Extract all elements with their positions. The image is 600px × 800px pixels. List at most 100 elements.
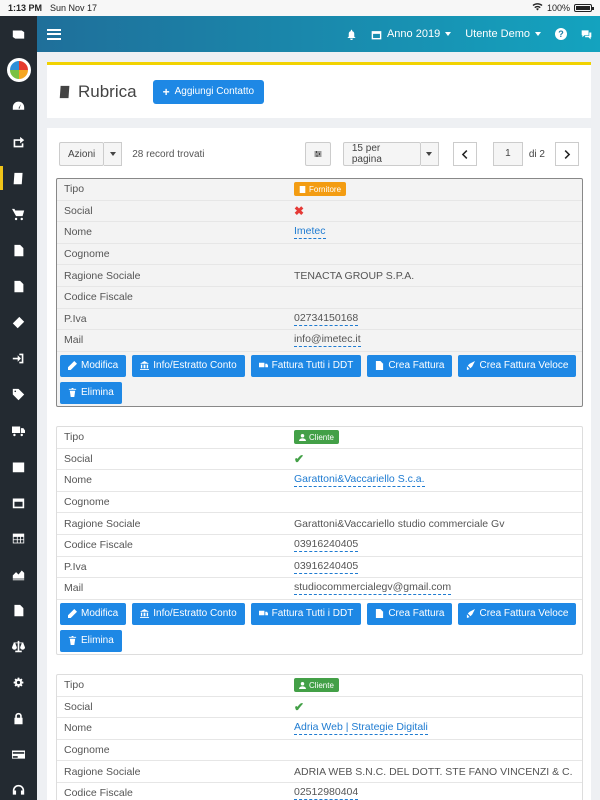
contacts-panel: Azioni 28 record trovati 15 per pagina 1… [47,128,591,800]
pencil-icon [68,361,77,371]
account-info-button[interactable]: Info/Estratto Conto [132,602,245,625]
bank-icon [140,361,150,371]
edit-button[interactable]: Modifica [60,354,127,377]
filter-button[interactable] [304,142,331,166]
field-value[interactable]: 02734150168 [294,312,359,326]
sidebar-item-dashboard[interactable] [0,88,37,124]
edit-button[interactable]: Modifica [60,602,127,625]
field-label: Social [64,204,93,217]
field-label: Tipo [64,679,85,692]
help-icon[interactable]: ? [555,28,567,40]
account-info-button[interactable]: Info/Estratto Conto [132,354,245,377]
field-value[interactable]: info@imetec.it [294,333,361,348]
sidebar-item-lock[interactable] [0,700,37,736]
sidebar-item-books[interactable] [0,16,37,52]
next-page-button[interactable] [555,142,579,166]
invoice-all-ddt-button[interactable]: Fattura Tutti i DDT [250,354,362,377]
sidebar-item-cart[interactable] [0,196,37,232]
sidebar-item-sign-in[interactable] [0,340,37,376]
actions-dropdown-toggle[interactable] [104,142,123,166]
type-badge: Cliente [294,678,339,693]
year-selector[interactable]: Anno 2019 [371,28,452,40]
sidebar-item-ticket[interactable] [0,304,37,340]
field-row-tipo: Tipo Fornitore [57,179,582,201]
field-value[interactable]: studiocommercialegv@gmail.com [294,581,452,596]
add-contact-button[interactable]: + Aggiungi Contatto [152,79,265,104]
document-icon [14,280,24,292]
chat-button[interactable] [581,29,592,40]
add-contact-label: Aggiungi Contatto [174,86,255,97]
quick-invoice-button[interactable]: Crea Fattura Veloce [458,602,577,625]
plus-icon: + [162,84,170,99]
top-bar: Anno 2019 Utente Demo ? [37,16,600,52]
sidebar-item-support[interactable] [0,772,37,800]
sidebar-item-table[interactable] [0,520,37,556]
sidebar-item-file[interactable] [0,232,37,268]
field-label: P.Iva [64,560,87,573]
credit-card-icon [12,749,25,759]
sidebar-item-tags[interactable] [0,376,37,412]
sidebar-item-payment[interactable] [0,736,37,772]
field-value[interactable]: 03916240405 [294,538,359,553]
field-value: ADRIA WEB S.N.C. DEL DOTT. STE FANO VINC… [294,765,573,778]
sidebar-item-share[interactable] [0,124,37,160]
contact-name-link[interactable]: Garattoni&Vaccariello S.c.a. [294,473,425,488]
field-value: TENACTA GROUP S.P.A. [294,269,415,282]
field-label: Social [64,700,93,713]
chevron-down-icon [109,152,116,156]
type-badge: Fornitore [294,182,347,197]
create-invoice-button[interactable]: Crea Fattura [367,354,453,377]
sidebar-item-rubrica[interactable] [0,160,37,196]
create-invoice-button[interactable]: Crea Fattura [367,602,453,625]
field-row-codice-fiscale: Codice Fiscale 03916240405 [57,535,582,557]
delete-button[interactable]: Elimina [60,381,122,404]
field-label: Social [64,452,93,465]
contact-card: Tipo Cliente Social ✔ Nome Garattoni&Vac… [56,426,583,655]
field-row-tipo: Tipo Cliente [57,427,582,449]
field-label: Tipo [64,431,85,444]
field-label: Codice Fiscale [64,787,133,800]
field-label: Cognome [64,496,110,509]
delete-button[interactable]: Elimina [60,629,122,652]
sidebar-item-settings[interactable] [0,664,37,700]
truck-icon [258,363,268,368]
field-value[interactable]: 02512980404 [294,786,359,800]
field-value[interactable]: 03916240405 [294,560,359,574]
field-label: Nome [64,226,93,239]
address-book-icon [13,172,23,184]
prev-page-button[interactable] [452,142,477,166]
menu-toggle-icon[interactable] [47,28,61,40]
chat-icon [581,29,592,39]
sidebar-item-balance[interactable] [0,628,37,664]
field-label: Codice Fiscale [64,539,133,552]
close-icon: ✖ [294,203,305,218]
building-icon [299,185,306,193]
sidebar-item-chart[interactable] [0,556,37,592]
field-row-social: Social ✔ [57,697,582,719]
notifications-button[interactable] [346,29,357,40]
actions-dropdown[interactable]: Azioni [59,142,105,166]
page-number-input[interactable]: 1 [492,142,523,166]
table-icon [12,533,25,543]
sidebar-item-calendar-alt[interactable] [0,484,37,520]
per-page-toggle[interactable] [420,142,439,166]
field-row-mail: Mail info@imetec.it [57,330,582,352]
user-menu[interactable]: Utente Demo [465,28,541,40]
field-row-nome: Nome Adria Web | Strategie Digitali [57,718,582,740]
per-page-select[interactable]: 15 per pagina [342,142,421,166]
sidebar-item-calendar[interactable] [0,448,37,484]
sidebar-item-truck[interactable] [0,412,37,448]
field-label: Ragione Sociale [64,269,141,282]
quick-invoice-button[interactable]: Crea Fattura Veloce [458,354,577,377]
calendar-icon [12,461,25,472]
contact-name-link[interactable]: Imetec [294,225,326,240]
field-row-tipo: Tipo Cliente [57,675,582,697]
sidebar-item-document[interactable] [0,268,37,304]
sidebar-logo[interactable] [0,52,37,88]
invoice-all-ddt-button[interactable]: Fattura Tutti i DDT [250,602,362,625]
field-label: Mail [64,334,84,347]
field-row-nome: Nome Garattoni&Vaccariello S.c.a. [57,470,582,492]
contact-name-link[interactable]: Adria Web | Strategie Digitali [294,721,428,736]
field-label: Mail [64,582,84,595]
sidebar-item-file-text[interactable] [0,592,37,628]
